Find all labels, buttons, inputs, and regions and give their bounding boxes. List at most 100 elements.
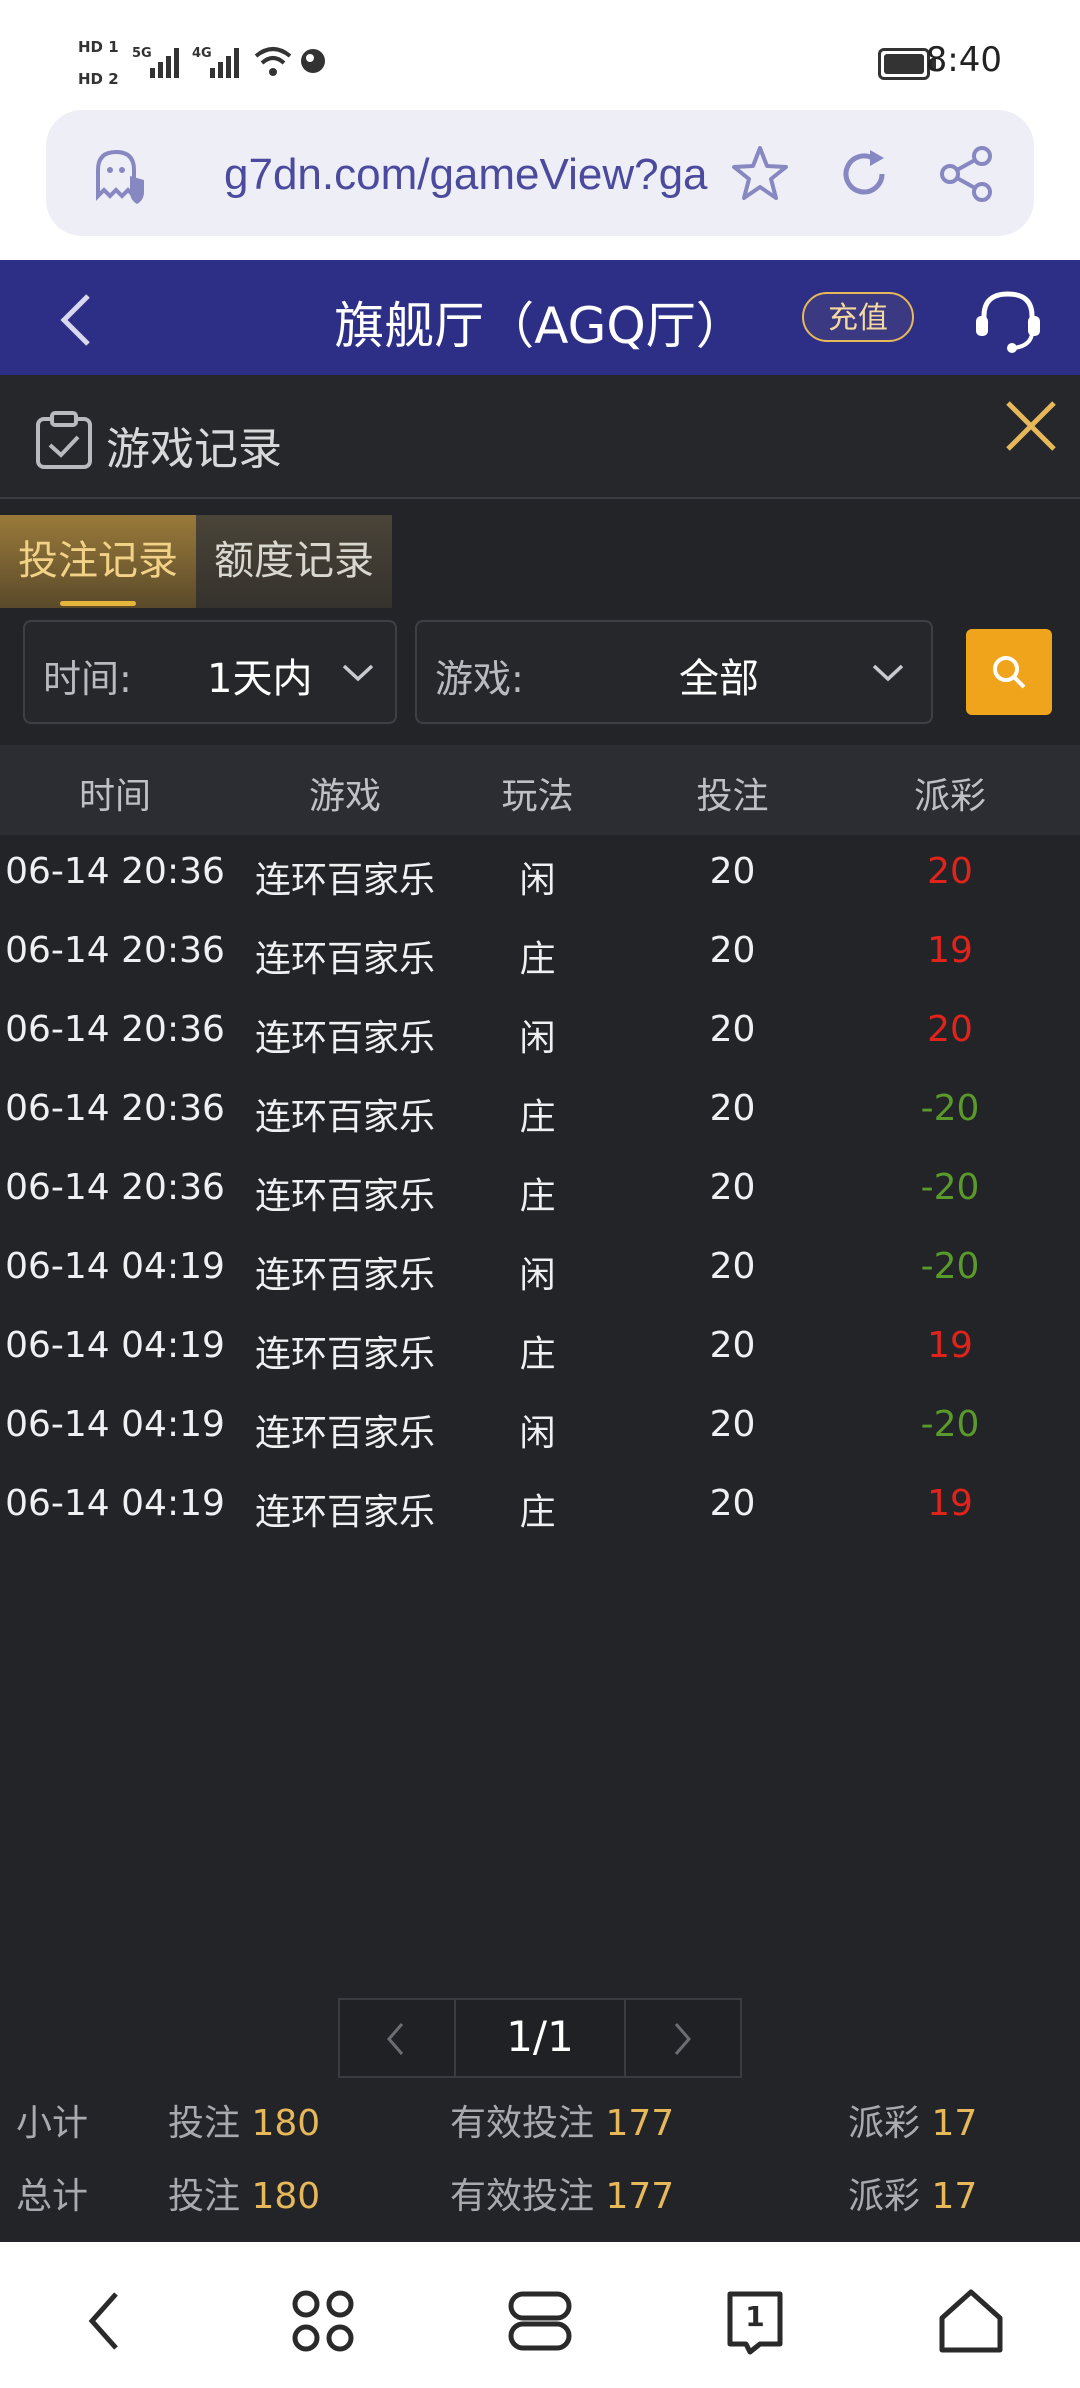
row-play: 闲 xyxy=(519,1413,556,1454)
subtotal-valid-label: 有效投注 xyxy=(450,2103,595,2144)
column-header-time: 时间 xyxy=(78,776,151,817)
row-play: 庄 xyxy=(519,1097,556,1138)
game-filter-select[interactable]: 游戏: 全部 xyxy=(415,620,933,724)
tab-count-button[interactable]: 1 xyxy=(720,2286,790,2356)
page-indicator: 1/1 xyxy=(506,2012,574,2061)
row-time: 06-14 20:36 xyxy=(5,851,225,892)
row-time: 06-14 20:36 xyxy=(5,1009,225,1050)
total-bet-label: 投注 xyxy=(168,2176,241,2217)
row-time: 06-14 20:36 xyxy=(5,930,225,971)
signal-icon xyxy=(150,48,179,78)
table-row: 06-14 20:36 连环百家乐 庄 20 -20 xyxy=(0,1072,1080,1151)
refresh-icon[interactable] xyxy=(834,144,894,204)
tab-credit-records[interactable]: 额度记录 xyxy=(196,515,392,608)
row-payout: -20 xyxy=(920,1088,980,1129)
tab-bet-records[interactable]: 投注记录 xyxy=(0,515,196,608)
clipboard-check-icon xyxy=(36,411,92,469)
address-bar[interactable]: g7dn.com/gameView?ga xyxy=(46,110,1034,236)
row-bet: 20 xyxy=(709,1404,756,1445)
close-icon[interactable] xyxy=(1002,397,1060,455)
panel-title: 游戏记录 xyxy=(106,424,282,475)
table-row: 06-14 20:36 连环百家乐 庄 20 -20 xyxy=(0,1151,1080,1230)
status-bar: HD 1 HD 2 5G 4G 8:40 xyxy=(0,0,1080,110)
row-play: 庄 xyxy=(519,1492,556,1533)
tabs-icon[interactable] xyxy=(505,2286,575,2356)
total-row: 总计 投注 180 有效投注 177 派彩 17 xyxy=(0,2155,1080,2225)
table-row: 06-14 04:19 连环百家乐 庄 20 19 xyxy=(0,1467,1080,1546)
table-row: 06-14 20:36 连环百家乐 庄 20 19 xyxy=(0,914,1080,993)
subtotal-payout-label: 派彩 xyxy=(848,2103,921,2144)
row-bet: 20 xyxy=(709,1009,756,1050)
row-play: 庄 xyxy=(519,1176,556,1217)
clock: 8:40 xyxy=(925,40,1002,80)
net1-label: 5G xyxy=(132,46,152,61)
subtotal-label: 小计 xyxy=(16,2103,89,2144)
row-bet: 20 xyxy=(709,1325,756,1366)
time-filter-label: 时间: xyxy=(43,657,132,701)
subtotal-valid-value: 177 xyxy=(605,2103,675,2144)
column-header-play: 玩法 xyxy=(501,776,574,817)
total-bet-value: 180 xyxy=(251,2176,321,2217)
site-shield-icon[interactable] xyxy=(88,146,152,206)
panel-header: 游戏记录 xyxy=(0,375,1080,499)
subtotal-row: 小计 投注 180 有效投注 177 派彩 17 xyxy=(0,2082,1080,2152)
row-play: 闲 xyxy=(519,1255,556,1296)
time-filter-select[interactable]: 时间: 1天内 xyxy=(23,620,397,724)
row-payout: 20 xyxy=(927,851,973,892)
row-payout: 19 xyxy=(927,930,973,971)
prev-page-button[interactable] xyxy=(340,2000,456,2076)
total-label: 总计 xyxy=(16,2176,89,2217)
chevron-down-icon xyxy=(872,664,904,682)
row-payout: 19 xyxy=(927,1483,973,1524)
share-icon[interactable] xyxy=(936,144,996,204)
row-game: 连环百家乐 xyxy=(254,1097,435,1138)
pagination: 1/1 xyxy=(338,1998,742,2078)
total-valid-value: 177 xyxy=(605,2176,675,2217)
game-filter-value: 全部 xyxy=(679,656,759,702)
row-game: 连环百家乐 xyxy=(254,939,435,980)
row-time: 06-14 04:19 xyxy=(5,1483,225,1524)
column-header-game: 游戏 xyxy=(308,776,381,817)
next-page-button[interactable] xyxy=(624,2000,740,2076)
row-game: 连环百家乐 xyxy=(254,1492,435,1533)
browser-toolbar: g7dn.com/gameView?ga xyxy=(0,110,1080,260)
tab-count: 1 xyxy=(745,2300,765,2333)
row-play: 闲 xyxy=(519,860,556,901)
star-icon[interactable] xyxy=(730,144,790,204)
row-play: 闲 xyxy=(519,1018,556,1059)
row-game: 连环百家乐 xyxy=(254,1255,435,1296)
sim1-label: HD 1 xyxy=(78,38,119,56)
back-icon[interactable] xyxy=(72,2286,142,2356)
browser-bottom-nav: 1 xyxy=(0,2242,1080,2388)
total-payout-value: 17 xyxy=(931,2176,978,2217)
row-payout: -20 xyxy=(920,1246,980,1287)
column-header-payout: 派彩 xyxy=(913,776,986,817)
subtotal-payout-value: 17 xyxy=(931,2103,978,2144)
row-time: 06-14 04:19 xyxy=(5,1325,225,1366)
row-game: 连环百家乐 xyxy=(254,860,435,901)
row-bet: 20 xyxy=(709,1167,756,1208)
search-button[interactable] xyxy=(966,629,1052,715)
time-filter-value: 1天内 xyxy=(207,656,313,702)
subtotal-bet-label: 投注 xyxy=(168,2103,241,2144)
sim2-label: HD 2 xyxy=(78,70,119,88)
wifi-icon xyxy=(254,47,292,76)
row-bet: 20 xyxy=(709,1246,756,1287)
app-header: 旗舰厅（AGQ厅） 充值 xyxy=(0,260,1080,375)
battery-icon xyxy=(878,48,936,80)
recharge-button[interactable]: 充值 xyxy=(802,292,914,342)
home-icon[interactable] xyxy=(936,2286,1006,2356)
net2-label: 4G xyxy=(192,46,212,61)
row-game: 连环百家乐 xyxy=(254,1176,435,1217)
table-row: 06-14 04:19 连环百家乐 闲 20 -20 xyxy=(0,1388,1080,1467)
row-payout: -20 xyxy=(920,1404,980,1445)
url-text[interactable]: g7dn.com/gameView?ga xyxy=(224,150,708,200)
subtotal-bet-value: 180 xyxy=(251,2103,321,2144)
customer-service-icon[interactable] xyxy=(970,282,1046,358)
apps-icon[interactable] xyxy=(288,2286,358,2356)
row-payout: 19 xyxy=(927,1325,973,1366)
total-valid-label: 有效投注 xyxy=(450,2176,595,2217)
row-game: 连环百家乐 xyxy=(254,1018,435,1059)
chevron-left-icon xyxy=(387,2023,404,2055)
table-row: 06-14 20:36 连环百家乐 闲 20 20 xyxy=(0,835,1080,914)
